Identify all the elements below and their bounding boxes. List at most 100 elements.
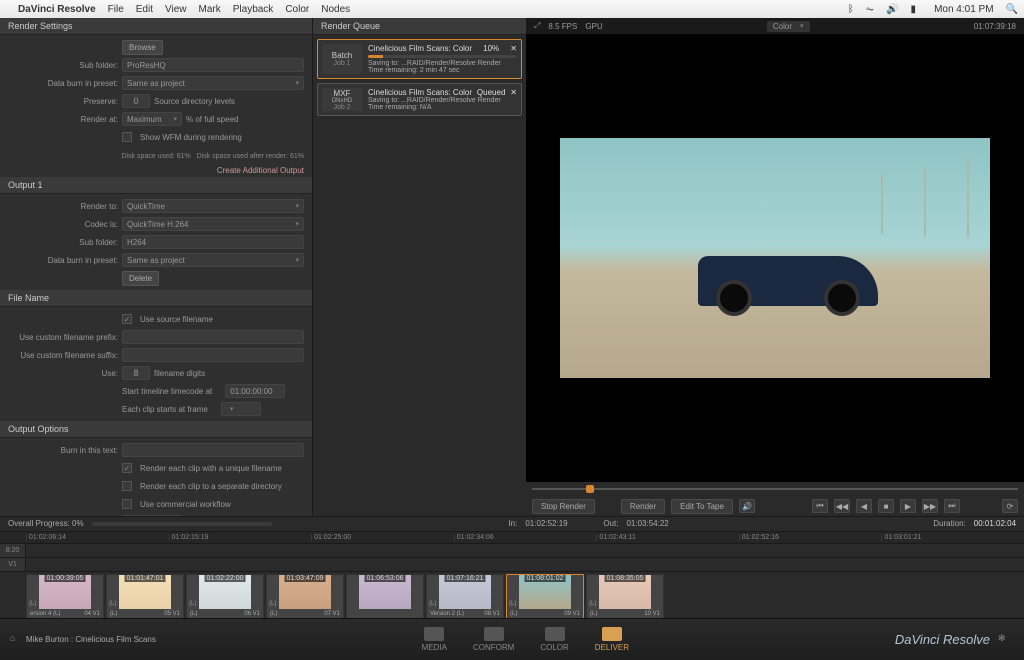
render-button[interactable]: Render	[621, 499, 665, 514]
thumb-track: 08 V1	[484, 611, 500, 617]
use-source-checkbox[interactable]: ✓	[122, 314, 132, 324]
wfm-checkbox[interactable]	[122, 132, 132, 142]
menu-color[interactable]: Color	[285, 4, 309, 15]
each-clip-select[interactable]	[221, 402, 261, 416]
job-progress	[368, 55, 517, 58]
page-label: COLOR	[540, 643, 568, 652]
burn-text-input[interactable]	[122, 443, 304, 457]
brand-label: DaVinci Resolve	[895, 632, 990, 647]
job-remaining: Time remaining: N/A	[368, 104, 517, 111]
digits-stepper[interactable]: 8	[122, 366, 150, 380]
menu-nodes[interactable]: Nodes	[321, 4, 350, 15]
speaker-icon[interactable]: 🔊	[739, 499, 755, 513]
job-saving: Saving to: ...RAID/Render/Resolve Render	[368, 60, 517, 67]
menu-edit[interactable]: Edit	[136, 4, 153, 15]
create-additional-output-link[interactable]: Create Additional Output	[0, 164, 312, 177]
volume-icon[interactable]: 🔊	[886, 4, 898, 15]
out-label: Out:	[603, 519, 618, 528]
delete-output-button[interactable]: Delete	[122, 271, 159, 286]
in-tc-input[interactable]: 01:02:52:19	[525, 519, 595, 528]
thumb-track: 05 V1	[164, 611, 180, 617]
label: Render to:	[8, 202, 118, 211]
job-pct: 10%	[483, 44, 499, 53]
render-speed-select[interactable]: Maximum	[122, 112, 182, 126]
preserve-stepper[interactable]: 0	[122, 94, 150, 108]
start-tc-input[interactable]: 01:00:00:00	[225, 384, 285, 398]
viewer-scrubber[interactable]	[526, 482, 1024, 496]
menu-mark[interactable]: Mark	[199, 4, 221, 15]
prefix-input[interactable]	[122, 330, 304, 344]
viewer-panel: ⤢ 8.5 FPS GPU Color 01:07:39:18 Stop Ren…	[526, 18, 1024, 516]
page-color[interactable]: COLOR	[540, 627, 568, 652]
track-label[interactable]: 8:20	[0, 544, 26, 557]
job-remaining: Time remaining: 2 min 47 sec	[368, 67, 517, 74]
resize-icon[interactable]: ⤢	[534, 21, 540, 31]
stop-icon[interactable]: ■	[878, 499, 894, 513]
suffix-input[interactable]	[122, 348, 304, 362]
alt-pass-input[interactable]: 00:00:00:00	[122, 515, 182, 516]
mac-menubar: DaVinci Resolve File Edit View Mark Play…	[0, 0, 1024, 18]
disk-after-label: Disk space used after render: 61%	[197, 153, 304, 160]
spotlight-icon[interactable]: 🔍	[1006, 4, 1018, 15]
viewer-canvas[interactable]	[526, 34, 1024, 482]
output-dbip-select[interactable]: Same as project	[122, 253, 304, 267]
thumb-name: (L)	[190, 611, 197, 617]
page-media[interactable]: MEDIA	[422, 627, 447, 652]
page-conform[interactable]: CONFORM	[473, 627, 514, 652]
clip-thumb[interactable]: 01:00:39:05(L)ersion 4 (L)04 V1	[26, 574, 104, 618]
browse-button[interactable]: Browse	[122, 40, 163, 55]
output-subfolder-input[interactable]: H264	[122, 235, 304, 249]
clip-thumb[interactable]: 01:08:35:05(L)(L)10 V1	[586, 574, 664, 618]
codec-select[interactable]: QuickTime H.264	[122, 217, 304, 231]
clip-thumb[interactable]: 01:03:47:09(L)(L)07 V1	[266, 574, 344, 618]
clip-thumb[interactable]: 01:07:16:21(L)Version 2 (L)08 V1	[426, 574, 504, 618]
clip-thumbnails: 01:00:39:05(L)ersion 4 (L)04 V1 01:01:47…	[0, 572, 1024, 618]
queue-job-2[interactable]: MXFDNxHDJob 2 Cinelicious Film Scans: Co…	[317, 83, 522, 116]
track-label[interactable]: V1	[0, 558, 26, 571]
clip-thumb[interactable]: 01:02:22:00(L)(L)06 V1	[186, 574, 264, 618]
clip-thumb[interactable]: 01:08:01:02(L)(L)09 V1	[506, 574, 584, 618]
data-burn-preset-select[interactable]: Same as project	[122, 76, 304, 90]
battery-icon[interactable]: ▮	[911, 4, 917, 15]
clip-thumb[interactable]: 01:01:47:01(L)(L)05 V1	[106, 574, 184, 618]
page-deliver[interactable]: DELIVER	[595, 627, 629, 652]
sub-folder-input[interactable]: ProResHQ	[122, 58, 304, 72]
menu-file[interactable]: File	[108, 4, 124, 15]
menu-view[interactable]: View	[165, 4, 187, 15]
bluetooth-icon[interactable]: ᛒ	[848, 4, 854, 15]
commercial-checkbox[interactable]	[122, 499, 132, 509]
play-icon[interactable]: ▶	[900, 499, 916, 513]
render-to-select[interactable]: QuickTime	[122, 199, 304, 213]
close-icon[interactable]: ✕	[510, 88, 517, 97]
home-icon[interactable]: ⌂	[10, 633, 26, 647]
queue-job-1[interactable]: BatchJob 1 Cinelicious Film Scans: Color…	[317, 39, 522, 79]
job-format: MXF	[334, 89, 351, 98]
out-tc-input[interactable]: 01:03:54:22	[626, 519, 696, 528]
loop-icon[interactable]: ⟳	[1002, 499, 1018, 513]
clip-thumb[interactable]: 01:06:53:06	[346, 574, 424, 618]
unique-filename-checkbox[interactable]: ✓	[122, 463, 132, 473]
stop-render-button[interactable]: Stop Render	[532, 499, 595, 514]
wifi-icon[interactable]: ⏦	[866, 4, 874, 15]
first-frame-icon[interactable]: ⏮	[812, 499, 828, 513]
menubar-clock[interactable]: Mon 4:01 PM	[934, 4, 993, 15]
ruler-tick: 01:03:01:21	[881, 534, 1024, 541]
next-clip-icon[interactable]: ▶▶	[922, 499, 938, 513]
step-back-icon[interactable]: ◀	[856, 499, 872, 513]
label: Preserve:	[8, 97, 118, 106]
job-title: Cinelicious Film Scans: Color	[368, 88, 472, 97]
edit-to-tape-button[interactable]: Edit To Tape	[671, 499, 733, 514]
label: % of full speed	[186, 115, 238, 124]
last-frame-icon[interactable]: ⏭	[944, 499, 960, 513]
gear-icon[interactable]: ✻	[998, 633, 1014, 647]
menu-playback[interactable]: Playback	[233, 4, 274, 15]
close-icon[interactable]: ✕	[510, 44, 517, 53]
separate-dir-checkbox[interactable]	[122, 481, 132, 491]
page-label: MEDIA	[422, 643, 447, 652]
disk-used-label: Disk space used: 61%	[122, 153, 191, 160]
menu-app[interactable]: DaVinci Resolve	[18, 4, 96, 15]
viewer-mode-select[interactable]: Color	[767, 21, 810, 32]
prev-clip-icon[interactable]: ◀◀	[834, 499, 850, 513]
timecode-ruler[interactable]: 01:02:06:14 01:02:15:19 01:02:25:00 01:0…	[0, 532, 1024, 545]
job-number: Job 2	[333, 104, 350, 111]
